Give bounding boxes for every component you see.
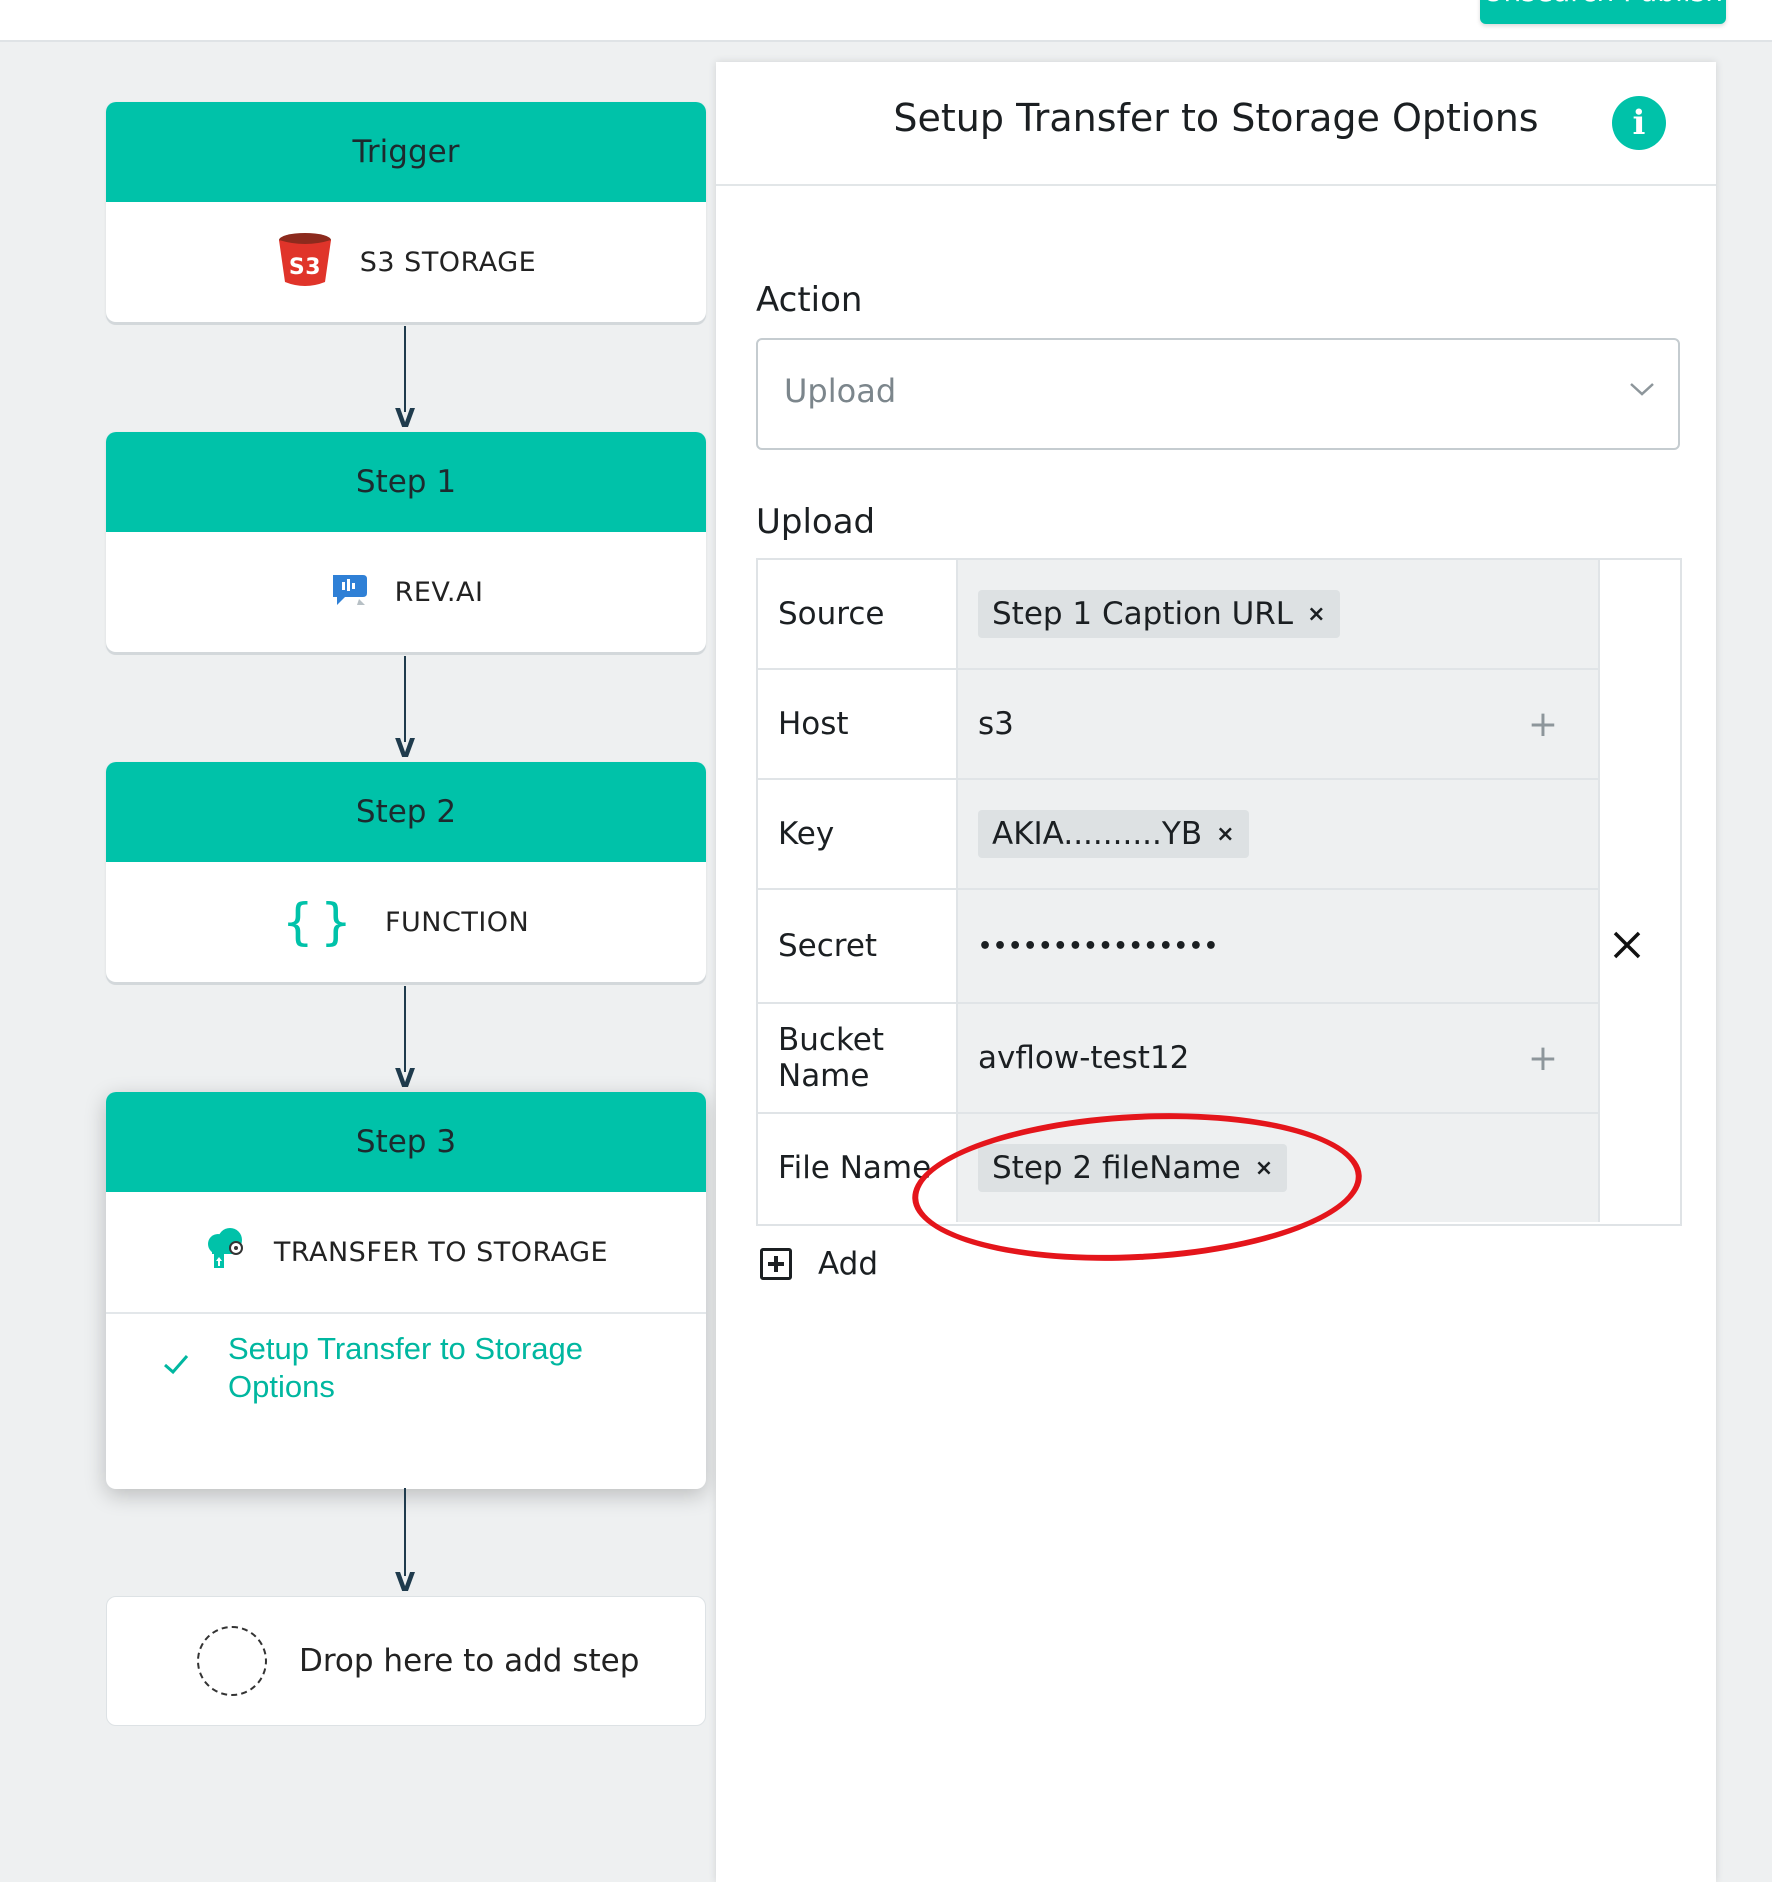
add-field-button[interactable]: Add — [760, 1246, 878, 1282]
action-select-value: Upload — [784, 372, 897, 410]
cloud-transfer-icon — [204, 1226, 248, 1279]
plus-icon[interactable]: + — [1528, 1038, 1558, 1079]
step-3-card[interactable]: Step 3 TRANSFER TO STORAGE Setup Transfe… — [106, 1092, 706, 1489]
chip-remove-icon[interactable]: × — [1216, 822, 1234, 847]
connector-arrow: V — [395, 986, 415, 1094]
chip-text: Step 1 Caption URL — [992, 596, 1294, 632]
step-2-service-label: FUNCTION — [384, 906, 530, 938]
trigger-header: Trigger — [106, 102, 706, 202]
host-input[interactable]: s3 + — [958, 670, 1600, 778]
info-icon[interactable]: i — [1612, 96, 1666, 150]
step-2-card[interactable]: Step 2 {} FUNCTION — [106, 762, 706, 982]
step-3-header: Step 3 — [106, 1092, 706, 1192]
field-label: File Name — [758, 1114, 958, 1222]
field-row-host: Host s3 + — [758, 670, 1600, 780]
plus-square-icon — [760, 1248, 792, 1280]
connector-arrow: V — [395, 1488, 415, 1598]
bucket-value: avflow-test12 — [978, 1040, 1190, 1076]
chip-text: AKIA..........YB — [992, 816, 1203, 852]
field-row-key: Key AKIA..........YB × — [758, 780, 1600, 890]
upload-fields-table: Source Step 1 Caption URL × Host s3 + Ke… — [756, 558, 1682, 1226]
field-label: Bucket Name — [758, 1004, 958, 1112]
s3-bucket-icon: S3 — [276, 230, 334, 295]
revai-icon — [329, 571, 369, 614]
step-1-card[interactable]: Step 1 REV.AI — [106, 432, 706, 652]
field-row-filename: File Name Step 2 fileName × — [758, 1114, 1600, 1222]
connector-arrow: V — [395, 656, 415, 764]
drop-zone-label: Drop here to add step — [299, 1643, 640, 1679]
drop-zone[interactable]: Drop here to add step — [106, 1596, 706, 1726]
panel-header: Setup Transfer to Storage Options i — [716, 62, 1716, 186]
field-row-bucket: Bucket Name avflow-test12 + — [758, 1004, 1600, 1114]
step-3-service-label: TRANSFER TO STORAGE — [273, 1236, 609, 1268]
field-label: Key — [758, 780, 958, 888]
source-input[interactable]: Step 1 Caption URL × — [958, 560, 1600, 668]
add-label: Add — [818, 1246, 879, 1282]
setup-options-item[interactable]: Setup Transfer to Storage Options — [106, 1312, 706, 1489]
chip-remove-icon[interactable]: × — [1255, 1156, 1273, 1181]
variable-chip: Step 1 Caption URL × — [978, 590, 1340, 638]
field-label: Source — [758, 560, 958, 668]
step-1-header: Step 1 — [106, 432, 706, 532]
panel-title: Setup Transfer to Storage Options — [893, 96, 1539, 140]
chip-remove-icon[interactable]: × — [1307, 602, 1325, 627]
bucket-name-input[interactable]: avflow-test12 + — [958, 1004, 1600, 1112]
close-icon[interactable] — [1612, 930, 1642, 964]
field-row-secret: Secret •••••••••••••••• — [758, 890, 1600, 1004]
key-input[interactable]: AKIA..........YB × — [958, 780, 1600, 888]
field-label: Host — [758, 670, 958, 778]
host-value: s3 — [978, 706, 1014, 742]
action-select[interactable]: Upload — [756, 338, 1680, 450]
chevron-down-icon — [1628, 380, 1656, 402]
variable-chip: AKIA..........YB × — [978, 810, 1249, 858]
trigger-card[interactable]: Trigger S3 S3 STORAGE — [106, 102, 706, 322]
curly-braces-icon: {} — [282, 893, 359, 951]
field-label: Secret — [758, 890, 958, 1002]
step-1-service-label: REV.AI — [394, 576, 484, 608]
publish-button[interactable]: Unsearch Publish — [1480, 0, 1726, 24]
variable-chip: Step 2 fileName × — [978, 1144, 1288, 1192]
top-bar: Unsearch Publish — [0, 0, 1772, 42]
trigger-service-label: S3 STORAGE — [359, 246, 537, 278]
setup-options-label: Setup Transfer to Storage Options — [228, 1331, 583, 1404]
connector-arrow: V — [395, 326, 415, 434]
field-row-source: Source Step 1 Caption URL × — [758, 560, 1600, 670]
secret-value: •••••••••••••••• — [978, 933, 1219, 959]
action-label: Action — [756, 280, 863, 320]
dashed-circle-icon — [197, 1626, 267, 1696]
step-2-header: Step 2 — [106, 762, 706, 862]
plus-icon[interactable]: + — [1528, 704, 1558, 745]
chip-text: Step 2 fileName — [992, 1150, 1241, 1186]
checkmark-icon — [162, 1352, 190, 1380]
setup-panel: Setup Transfer to Storage Options i Acti… — [716, 62, 1716, 1882]
upload-section-label: Upload — [756, 502, 876, 542]
secret-input[interactable]: •••••••••••••••• — [958, 890, 1600, 1002]
svg-text:S3: S3 — [289, 255, 321, 280]
file-name-input[interactable]: Step 2 fileName × — [958, 1114, 1600, 1222]
